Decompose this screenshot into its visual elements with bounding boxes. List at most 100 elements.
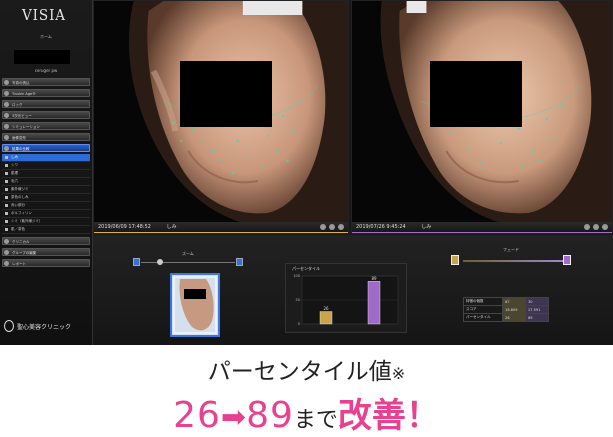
caption-improvement: 26➡89まで改善！ [0, 388, 613, 437]
sidebar-item-truskin-age[interactable]: Truskin Age® [2, 89, 90, 97]
analysis-tag-before[interactable]: しみ [166, 224, 176, 230]
sidebar-item-3d-view[interactable]: 3次元ビュー [2, 111, 90, 119]
data-label: 89 [371, 276, 377, 281]
panel-tools-after [584, 224, 608, 230]
settings-icon[interactable] [602, 224, 608, 230]
bullet-icon [5, 228, 8, 231]
caption-percentile: パーセンタイル値※ [0, 352, 613, 386]
caption-to-value: 89 [246, 395, 294, 436]
value-after: 89 [525, 313, 549, 322]
fade-after-button[interactable] [563, 255, 571, 265]
sub-item-porphyrins[interactable]: ポルフィリン [2, 210, 90, 218]
zoom-slider-knob[interactable] [157, 259, 163, 265]
caption-improved: 改善！ [337, 396, 440, 436]
sidebar-nav: 写真の読込 Truskin Age® ロック 3次元ビュー シミュレーション 画… [2, 78, 90, 270]
sidebar-item-group-edit[interactable]: グループの編集 [2, 248, 90, 256]
transform-icon [4, 135, 9, 140]
bullet-icon [5, 220, 8, 223]
sidebar-item-clinical[interactable]: クリニカル [2, 237, 90, 245]
bullet-icon [5, 196, 8, 199]
sub-item-brown-spots[interactable]: 茶色のしみ [2, 194, 90, 202]
sidebar-item-lock[interactable]: ロック [2, 100, 90, 108]
home-label[interactable]: ホーム [0, 34, 92, 40]
selection-indicator-before [94, 232, 348, 233]
settings-icon[interactable] [338, 224, 344, 230]
flag-icon[interactable] [593, 224, 599, 230]
sub-item-uv-spots[interactable]: 紫外線ジミ [2, 186, 90, 194]
flag-icon[interactable] [329, 224, 335, 230]
status-bar-before: 2019/06/09 17:48:52 しみ [94, 222, 348, 233]
fade-label: フェード [503, 247, 519, 252]
panel-tools-before [320, 224, 344, 230]
table-row: 特徴の個数 67 30 [462, 297, 549, 306]
row-label: パーセンタイル [462, 313, 504, 322]
info-icon[interactable] [320, 224, 326, 230]
value-before: 18.609 [502, 305, 527, 314]
sidebar-item-simulation[interactable]: シミュレーション [2, 122, 90, 130]
eye-redaction-after [430, 61, 522, 127]
percentile-chart-panel: パーセンタイル 0 50 100 26 89 [285, 263, 407, 333]
eye-redaction-before [180, 61, 272, 127]
sub-item-texture[interactable]: 肌理 [2, 170, 90, 178]
caption-line1: パーセンタイル値 [207, 359, 392, 385]
capture-date-after: 2019/07/26 9:45:24 [356, 224, 406, 230]
y-tick-label: 50 [296, 298, 300, 302]
value-after: 30 [525, 297, 549, 306]
image-panel-before[interactable]: 2019/06/09 17:48:52 しみ [93, 0, 349, 234]
fade-before-button[interactable] [451, 255, 459, 265]
caption-made: まで [293, 408, 338, 433]
bullet-icon [5, 212, 8, 215]
group-icon [4, 250, 9, 255]
thumbnail-face [172, 275, 218, 335]
row-label: スコア [462, 305, 504, 314]
sub-item-wrinkles[interactable]: シワ [2, 162, 90, 170]
zoom-out-button[interactable] [133, 258, 140, 266]
capture-date-before: 2019/06/09 17:48:52 [98, 224, 151, 230]
bullet-icon [5, 172, 8, 175]
analysis-sub-list: しみ シワ 肌理 毛穴 紫外線ジミ 茶色のしみ 赤い部分 ポルフィリン シミ（紫… [2, 154, 90, 234]
percentile-bar-chart: 0 50 100 26 89 [293, 274, 399, 326]
visia-logo: VISIA [22, 6, 66, 24]
clinic-mark-icon [4, 320, 14, 332]
navigator-thumbnail[interactable] [170, 273, 220, 337]
zoom-slider-track[interactable] [141, 262, 235, 263]
sub-item-skin-brown[interactable]: 肌／茶色 [2, 226, 90, 234]
data-label: 26 [323, 306, 329, 311]
simulation-icon [4, 124, 9, 129]
zoom-control: ズーム [133, 251, 243, 267]
zoom-in-button[interactable] [236, 258, 243, 266]
status-bar-after: 2019/07/26 9:45:24 しみ [352, 222, 612, 233]
analysis-tag-after[interactable]: しみ [421, 224, 431, 230]
stats-table: 特徴の個数 67 30 スコア 18.609 27.591 パーセンタイル 26… [462, 297, 549, 322]
y-tick-label: 100 [293, 274, 300, 278]
value-before: 67 [502, 297, 527, 306]
sub-item-spots-uv[interactable]: シミ（紫外線ジミ） [2, 218, 90, 226]
chart-title: パーセンタイル [292, 266, 320, 271]
bullet-icon [5, 180, 8, 183]
cube-icon [4, 113, 9, 118]
sub-item-spots[interactable]: しみ [2, 154, 90, 162]
fade-slider-track[interactable] [463, 260, 563, 262]
patient-redaction [14, 50, 70, 64]
table-row: スコア 18.609 27.591 [462, 305, 549, 314]
sidebar-item-report[interactable]: レポート [2, 259, 90, 267]
bullet-icon [5, 156, 8, 159]
image-panel-after[interactable]: 2019/07/26 9:45:24 しみ [351, 0, 613, 234]
value-after: 27.591 [525, 305, 549, 314]
lock-icon [4, 102, 9, 107]
bar [367, 281, 381, 325]
camera-icon [4, 80, 9, 85]
face-icon [4, 91, 9, 96]
fade-control: フェード [451, 247, 571, 269]
patient-name[interactable]: ceruger pw [0, 68, 92, 73]
report-icon [4, 261, 9, 266]
arrow-right-icon: ➡ [220, 400, 247, 435]
sidebar-item-load-photo[interactable]: 写真の読込 [2, 78, 90, 86]
sub-item-pores[interactable]: 毛穴 [2, 178, 90, 186]
sidebar-item-image-transform[interactable]: 画像変形 [2, 133, 90, 141]
bottom-control-area: ズーム パーセンタイル 0 50 100 26 89 フェード 特徴の個数 67… [93, 235, 613, 345]
zoom-label: ズーム [182, 251, 194, 256]
sidebar-item-compare-results[interactable]: 結果の比較 [2, 144, 90, 152]
info-icon[interactable] [584, 224, 590, 230]
sub-item-red-areas[interactable]: 赤い部分 [2, 202, 90, 210]
